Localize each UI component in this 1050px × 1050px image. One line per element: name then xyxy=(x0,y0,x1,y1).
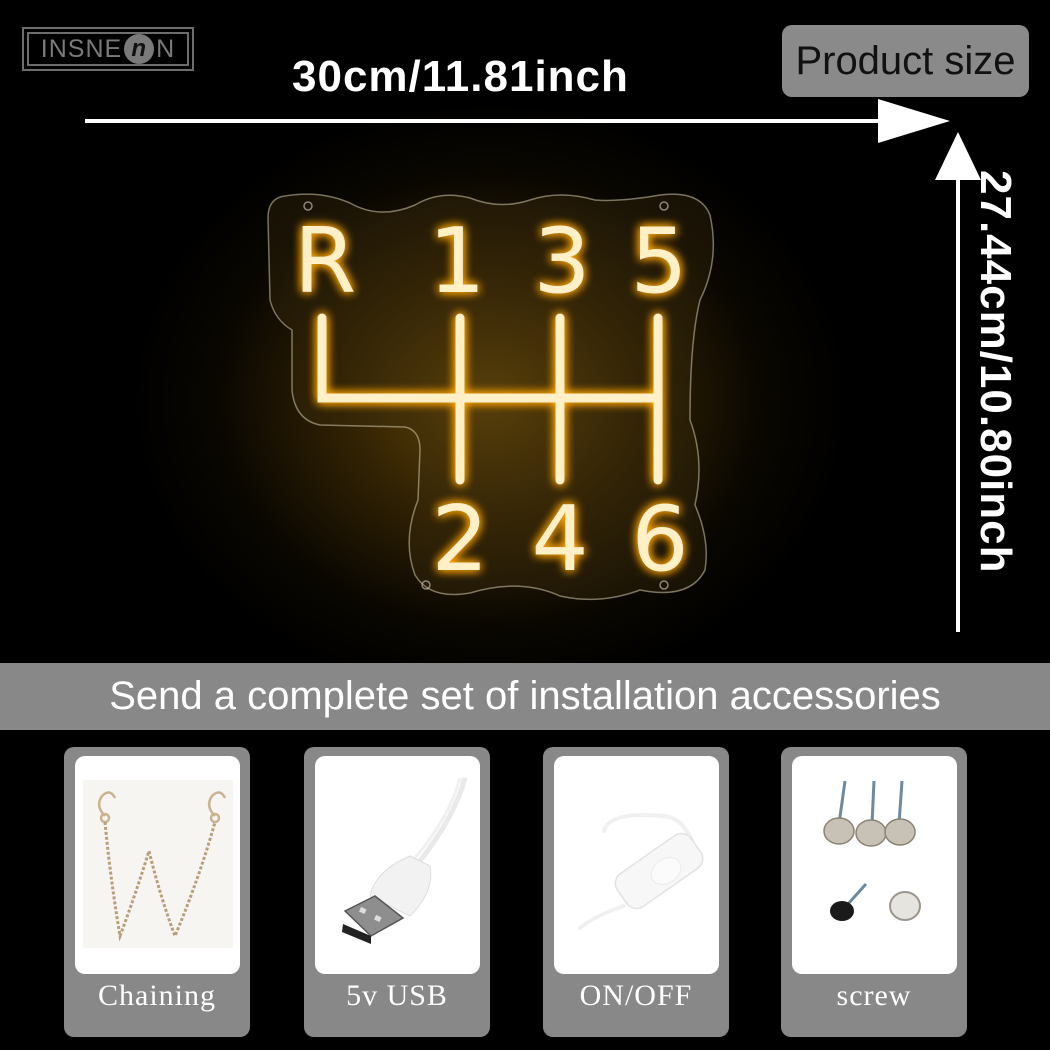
accessory-label: Chaining xyxy=(98,979,216,1012)
accessory-card-chaining: Chaining xyxy=(64,747,250,1037)
accessory-label: ON/OFF xyxy=(579,979,693,1012)
neon-gear-sign: R 1 3 5 2 4 6 xyxy=(267,193,715,601)
accessory-photo xyxy=(75,756,240,974)
switch-icon xyxy=(578,813,704,930)
gear-label-3: 3 xyxy=(533,209,590,314)
gear-label-4: 4 xyxy=(531,487,588,592)
accessory-card-switch: ON/OFF xyxy=(543,747,729,1037)
banner-text: Send a complete set of installation acce… xyxy=(109,674,941,718)
accessory-card-usb: 5v USB xyxy=(304,747,490,1037)
gear-label-1: 1 xyxy=(428,209,485,314)
accessory-label: 5v USB xyxy=(346,979,448,1012)
usb-plug-icon xyxy=(342,777,468,944)
gear-label-2: 2 xyxy=(431,487,488,592)
gear-label-r: R xyxy=(294,209,357,314)
chain-icon xyxy=(83,780,233,948)
gear-label-5: 5 xyxy=(630,209,687,314)
accessory-photo xyxy=(554,756,719,974)
accessory-photo xyxy=(315,756,480,974)
accessories-banner: Send a complete set of installation acce… xyxy=(0,663,1050,730)
accessory-label: screw xyxy=(836,979,912,1012)
accessory-card-screw: screw xyxy=(781,747,967,1037)
gear-label-6: 6 xyxy=(631,487,688,592)
accessory-photo xyxy=(792,756,957,974)
screw-icon xyxy=(823,780,921,921)
